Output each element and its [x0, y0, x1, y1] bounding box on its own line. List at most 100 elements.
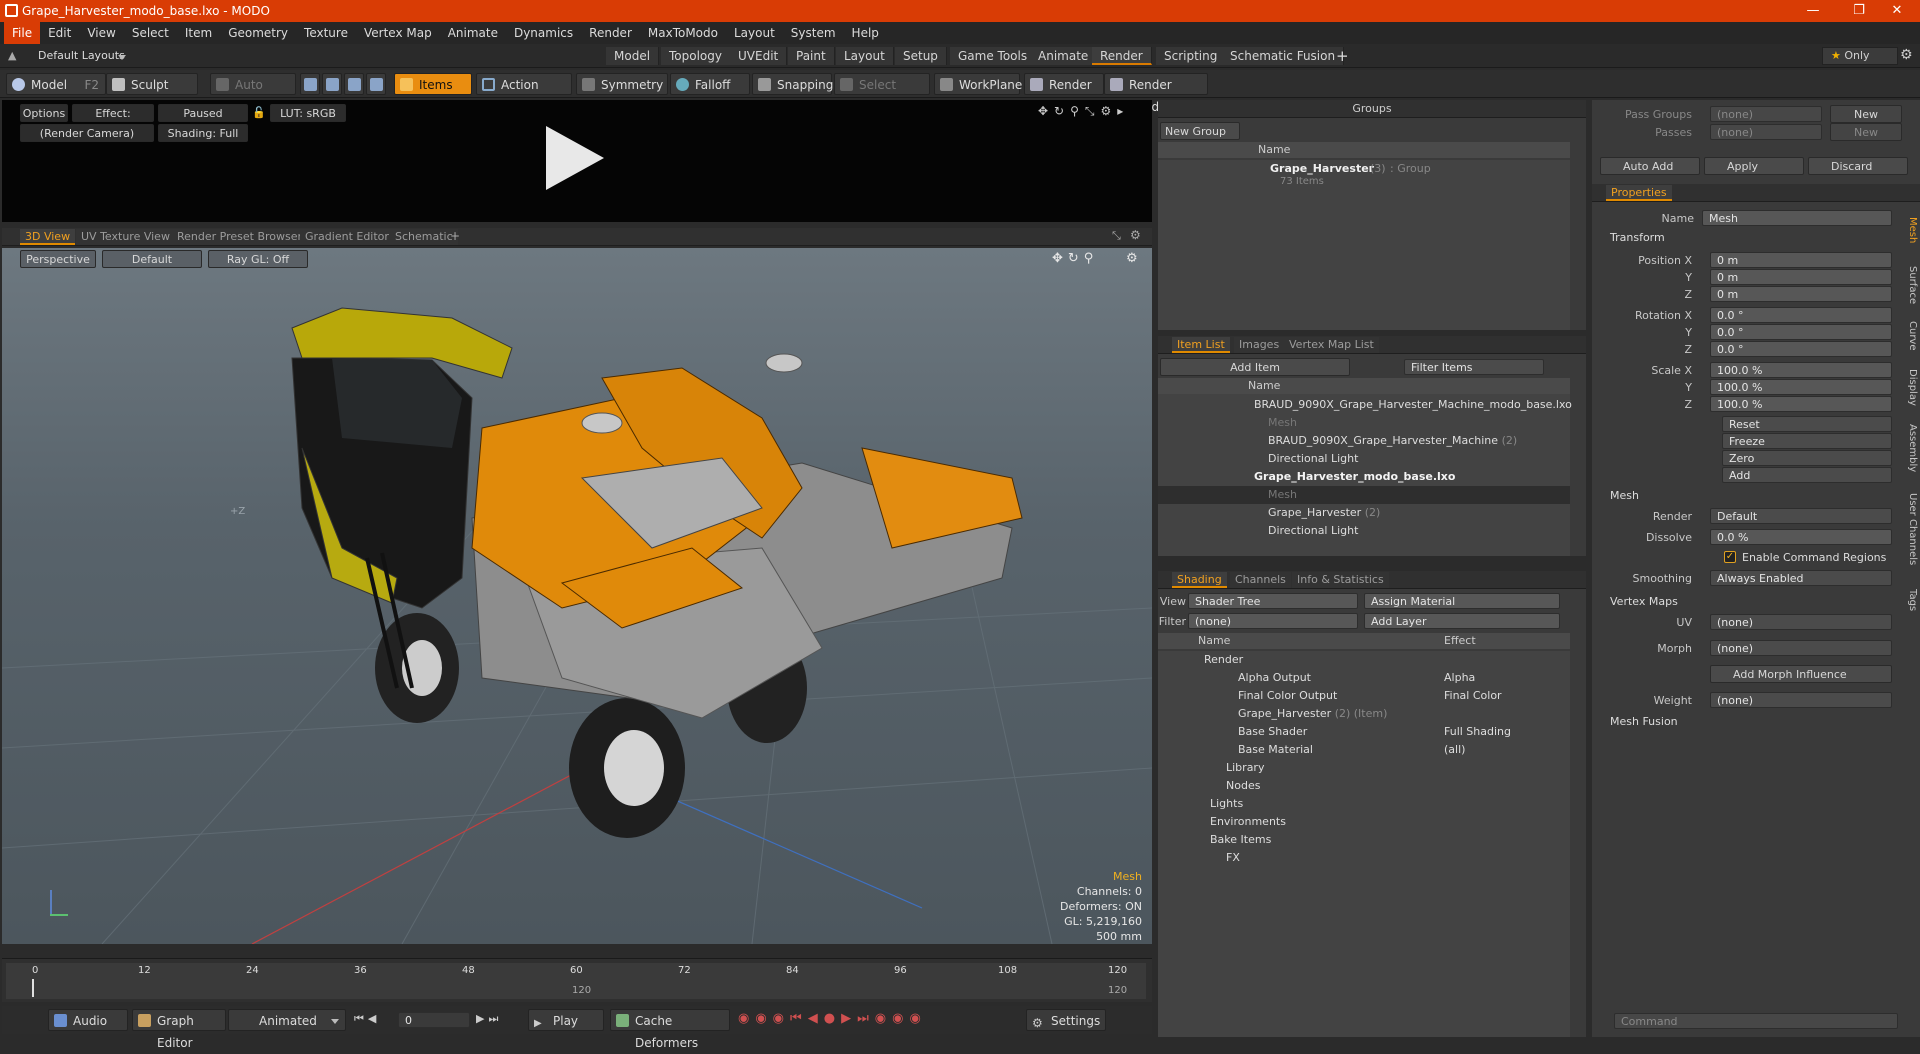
- preview-options-button[interactable]: Options: [20, 104, 68, 122]
- shader-row[interactable]: Lights: [1210, 795, 1243, 813]
- shader-row[interactable]: Nodes: [1226, 777, 1260, 795]
- morph-dropdown[interactable]: (none): [1710, 640, 1892, 656]
- select-through-button[interactable]: Select Through: [834, 73, 930, 114]
- only-toggle[interactable]: ★ Only: [1822, 47, 1898, 65]
- menu-render[interactable]: Render: [581, 22, 640, 44]
- list-item[interactable]: Grape_Harvester_modo_base.lxo: [1254, 468, 1455, 486]
- layout-selector[interactable]: Default Layouts: [38, 49, 125, 62]
- tab-render-preset-browser[interactable]: Render Preset Browser: [172, 229, 308, 245]
- edges-mode-button[interactable]: [322, 73, 342, 95]
- shader-row[interactable]: Library: [1226, 759, 1264, 777]
- minimize-icon[interactable]: —: [1790, 0, 1836, 22]
- menu-item[interactable]: Item: [177, 22, 220, 44]
- assign-material-dropdown[interactable]: Assign Material: [1364, 593, 1560, 609]
- workplane-button[interactable]: WorkPlane: [934, 73, 1022, 95]
- tab-channels[interactable]: Channels: [1230, 572, 1291, 588]
- menu-animate[interactable]: Animate: [440, 22, 506, 44]
- render-button[interactable]: Render F9: [1024, 73, 1104, 114]
- new-pass-group-button[interactable]: New: [1830, 105, 1902, 123]
- freeze-dropdown[interactable]: Freeze: [1722, 433, 1892, 449]
- weight-dropdown[interactable]: (none): [1710, 692, 1892, 708]
- menu-view[interactable]: View: [79, 22, 123, 44]
- mesh-section[interactable]: Mesh: [1610, 487, 1900, 505]
- menu-file[interactable]: File: [4, 22, 41, 44]
- new-group-button[interactable]: New Group: [1160, 122, 1240, 140]
- position-z-input[interactable]: 0 m: [1710, 286, 1892, 302]
- audio-button[interactable]: Audio: [48, 1009, 128, 1031]
- add-viewport-tab-icon[interactable]: +: [450, 229, 460, 243]
- list-item[interactable]: Directional Light: [1268, 450, 1358, 468]
- position-x-input[interactable]: 0 m: [1710, 252, 1892, 268]
- cache-deformers-button[interactable]: Cache Deformers: [610, 1009, 730, 1050]
- new-pass-button[interactable]: New: [1830, 123, 1902, 141]
- side-tab-curve[interactable]: Curve: [1902, 316, 1918, 356]
- settings-button[interactable]: ⚙ Settings: [1026, 1009, 1106, 1031]
- list-item[interactable]: Directional Light: [1268, 522, 1358, 540]
- list-item[interactable]: Grape_Harvester (2): [1268, 504, 1380, 522]
- render-camera-button[interactable]: (Render Camera): [20, 124, 154, 142]
- list-item[interactable]: Mesh: [1268, 414, 1297, 432]
- shader-effect[interactable]: Full Shading: [1444, 723, 1511, 741]
- preview-paused-button[interactable]: Paused: [158, 104, 248, 122]
- add-dropdown[interactable]: Add: [1722, 467, 1892, 483]
- lut-button[interactable]: LUT: sRGB: [270, 104, 346, 122]
- tab-scripting[interactable]: Scripting: [1156, 47, 1227, 65]
- auto-add-button[interactable]: Auto Add: [1600, 157, 1700, 175]
- apply-button[interactable]: Apply: [1704, 157, 1804, 175]
- side-tab-mesh[interactable]: Mesh: [1902, 210, 1918, 250]
- playhead[interactable]: [32, 979, 34, 997]
- menu-layout[interactable]: Layout: [726, 22, 783, 44]
- tab-3d-view[interactable]: 3D View: [20, 229, 76, 245]
- menu-system[interactable]: System: [783, 22, 844, 44]
- filter-dropdown[interactable]: (none): [1188, 613, 1358, 629]
- falloff-button[interactable]: Falloff: [670, 73, 750, 95]
- pass-groups-dropdown[interactable]: (none): [1710, 106, 1822, 122]
- shader-row[interactable]: Alpha Output: [1238, 669, 1311, 687]
- tab-vertex-map-list[interactable]: Vertex Map List: [1284, 337, 1379, 353]
- record-keys-icons[interactable]: ◉◉◉⏮◀●▶⏭◉◉◉: [738, 1011, 927, 1026]
- mesh-fusion-section[interactable]: Mesh Fusion: [1610, 713, 1900, 731]
- items-mode-button[interactable]: Items: [394, 73, 472, 95]
- list-item[interactable]: BRAUD_9090X_Grape_Harvester_Machine_modo…: [1254, 396, 1572, 414]
- shader-row[interactable]: Bake Items: [1210, 831, 1271, 849]
- play-button[interactable]: ▶ Play: [528, 1009, 604, 1031]
- tab-info-statistics[interactable]: Info & Statistics: [1292, 572, 1389, 588]
- tab-gradient-editor[interactable]: Gradient Editor: [300, 229, 394, 245]
- command-input[interactable]: Command: [1614, 1013, 1898, 1029]
- materials-mode-button[interactable]: [366, 73, 386, 95]
- preview-effect-button[interactable]: Effect: (Shadi...: [72, 104, 154, 138]
- tab-images[interactable]: Images: [1234, 337, 1285, 353]
- action-center-button[interactable]: Action Center: [476, 73, 572, 114]
- side-tab-display[interactable]: Display: [1902, 362, 1918, 412]
- gear-icon[interactable]: ⚙: [1900, 47, 1913, 63]
- tab-schematic-fusion[interactable]: Schematic Fusion: [1222, 47, 1345, 65]
- filter-items-input[interactable]: Filter Items: [1404, 359, 1544, 375]
- snapping-button[interactable]: Snapping: [752, 73, 833, 95]
- shader-row[interactable]: Environments: [1210, 813, 1286, 831]
- menu-edit[interactable]: Edit: [40, 22, 79, 44]
- animated-dropdown[interactable]: Animated: [228, 1009, 346, 1031]
- shader-row[interactable]: Render: [1204, 651, 1243, 669]
- next-key-icons[interactable]: ▶⏭: [476, 1012, 502, 1026]
- tab-layout[interactable]: Layout: [836, 47, 894, 65]
- reset-dropdown[interactable]: Reset: [1722, 416, 1892, 432]
- menu-texture[interactable]: Texture: [296, 22, 356, 44]
- add-item-button[interactable]: Add Item: [1160, 358, 1350, 376]
- add-morph-influence-button[interactable]: Add Morph Influence: [1710, 665, 1892, 683]
- menu-geometry[interactable]: Geometry: [220, 22, 296, 44]
- render-window-button[interactable]: Render Window: [1104, 73, 1208, 114]
- side-tab-user-channels[interactable]: User Channels: [1902, 484, 1918, 574]
- scale-x-input[interactable]: 100.0 %: [1710, 362, 1892, 378]
- tab-paint[interactable]: Paint: [788, 47, 835, 65]
- maximize-icon[interactable]: ⤡: [1112, 229, 1121, 243]
- close-icon[interactable]: ✕: [1874, 0, 1920, 22]
- render-dropdown[interactable]: Default: [1710, 508, 1892, 524]
- model-button[interactable]: Model F2: [6, 73, 106, 95]
- side-tab-surface[interactable]: Surface: [1902, 260, 1918, 310]
- side-tab-assembly[interactable]: Assembly: [1902, 418, 1918, 478]
- view-dropdown[interactable]: Shader Tree: [1188, 593, 1358, 609]
- list-item[interactable]: BRAUD_9090X_Grape_Harvester_Machine (2): [1268, 432, 1517, 450]
- tab-shading[interactable]: Shading: [1172, 572, 1227, 588]
- uv-dropdown[interactable]: (none): [1710, 614, 1892, 630]
- polygons-mode-button[interactable]: [344, 73, 364, 95]
